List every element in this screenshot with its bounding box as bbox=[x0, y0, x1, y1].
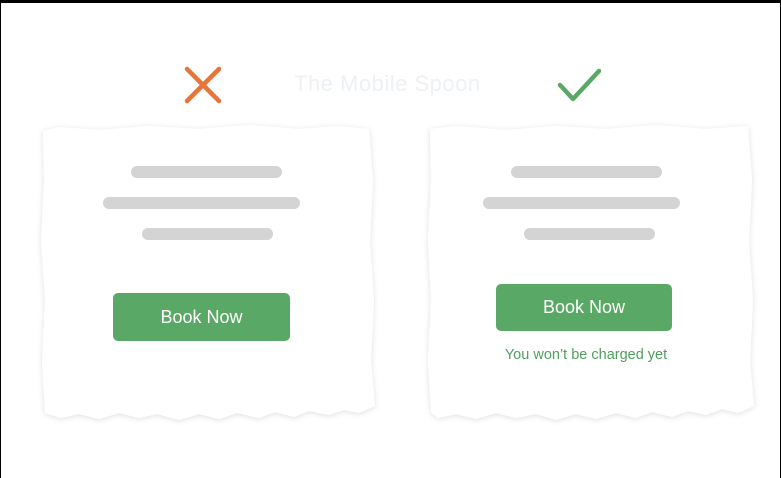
placeholder-line bbox=[131, 166, 282, 178]
placeholder-line bbox=[103, 197, 300, 209]
placeholder-line bbox=[483, 197, 680, 209]
placeholder-line bbox=[142, 228, 273, 240]
checkmark-icon bbox=[557, 68, 601, 102]
bad-example-card: Book Now bbox=[39, 121, 377, 426]
book-now-button[interactable]: Book Now bbox=[496, 284, 672, 331]
placeholder-line bbox=[524, 228, 655, 240]
good-example-card: Book Now You won’t be charged yet bbox=[426, 121, 756, 426]
comparison-illustration: The Mobile Spoon Book Now Book Now You w… bbox=[0, 0, 781, 478]
placeholder-line bbox=[511, 166, 662, 178]
watermark: The Mobile Spoon bbox=[294, 71, 481, 96]
no-charge-note: You won’t be charged yet bbox=[504, 347, 668, 363]
top-border bbox=[1, 1, 780, 3]
cross-icon bbox=[184, 66, 222, 104]
book-now-button[interactable]: Book Now bbox=[113, 293, 290, 341]
